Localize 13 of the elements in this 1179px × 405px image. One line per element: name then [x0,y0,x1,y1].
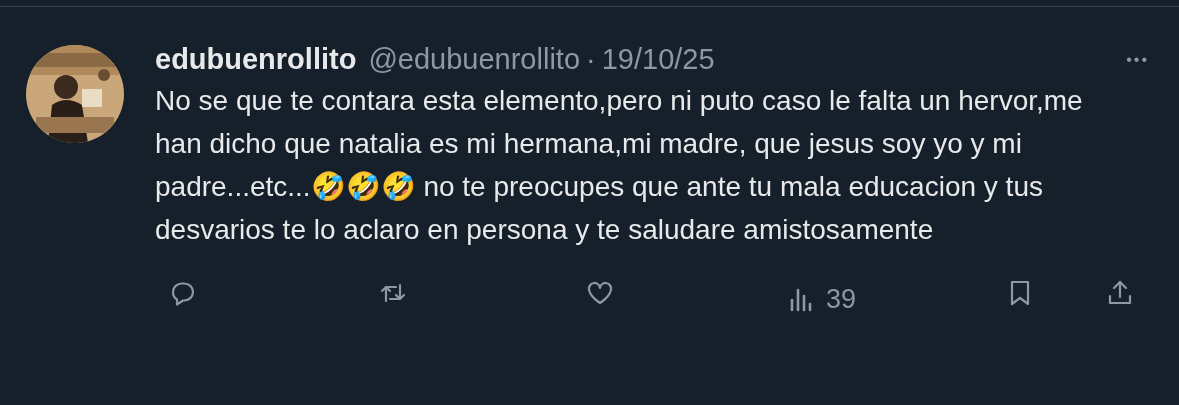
post-text: No se que te contara esta elemento,pero ni puto caso le falta un hervor,me han dicho que natalia es mi hermana,mi madre, que jesus soy yo y mi padre...etc...🤣🤣🤣 no te preocupes que ante tu mala educacion y tus desvarios te lo aclaro en persona y te saludare amistosamente [155,84,1084,247]
like-button[interactable] [586,279,614,307]
user-handle[interactable]: @edubuenrollito [368,38,580,82]
display-name[interactable]: edubuenrollito [155,38,357,82]
views-button[interactable]: 39 [786,279,857,320]
separator: · [586,42,596,78]
share-button[interactable] [1106,279,1134,307]
post-date[interactable]: 19/10/25 [601,38,715,82]
more-button[interactable]: ••• [1126,48,1149,72]
share-icon [1106,279,1134,307]
heart-icon [586,279,614,307]
reply-button[interactable] [169,279,197,307]
reply-icon [169,279,197,307]
